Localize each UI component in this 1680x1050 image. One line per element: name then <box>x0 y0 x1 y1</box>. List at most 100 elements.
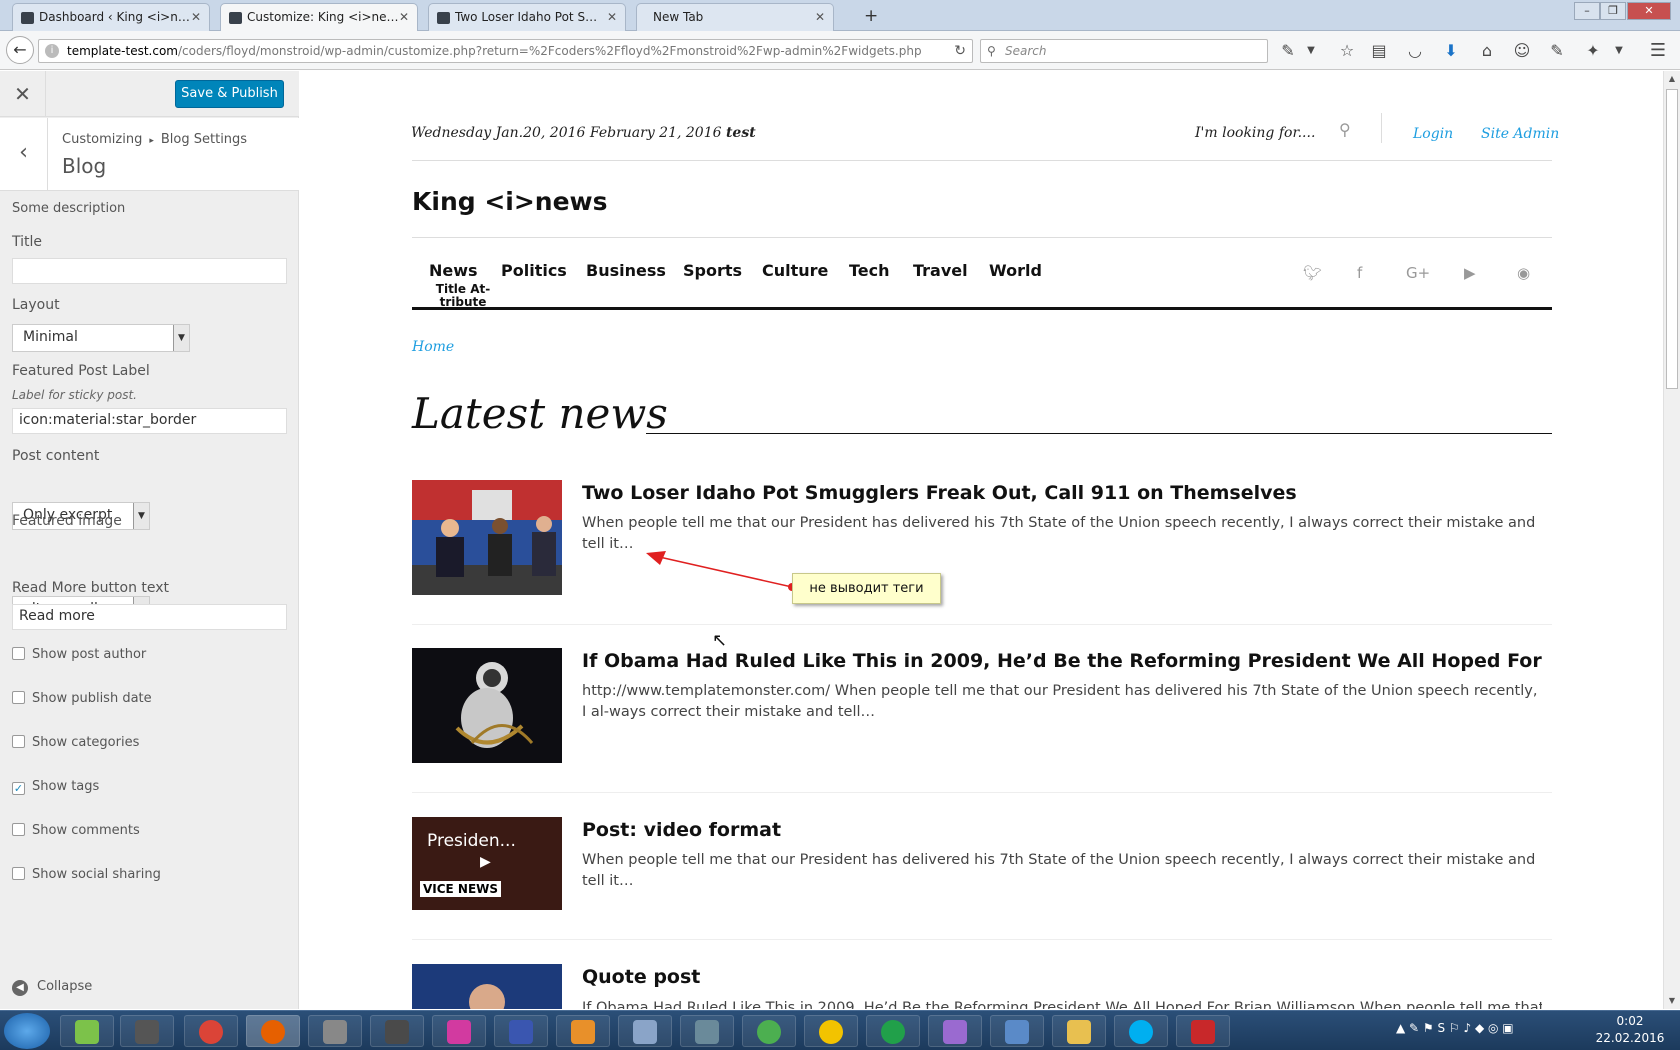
app-task-icon[interactable] <box>432 1015 486 1047</box>
system-tray[interactable]: ▲ ✎ ⚑ S ⚐ ♪ ◆ ◎ ▣ <box>1396 1021 1576 1041</box>
hamburger-menu-icon[interactable]: ☰ <box>1647 40 1669 62</box>
nav-item-sports[interactable]: Sports <box>683 261 742 280</box>
show-comments-checkbox[interactable] <box>12 823 25 836</box>
show-social-sharing-checkbox[interactable] <box>12 867 25 880</box>
bookmark-star-icon[interactable]: ☆ <box>1336 40 1358 62</box>
show-categories-checkbox[interactable] <box>12 735 25 748</box>
show-comments-checkbox-row[interactable]: Show comments <box>12 823 140 838</box>
close-tab-icon[interactable]: ✕ <box>399 10 409 24</box>
pocket-icon[interactable]: ◡ <box>1404 40 1426 62</box>
play-icon[interactable]: ▶ <box>480 854 491 870</box>
rss-icon[interactable]: ◉ <box>1517 264 1530 282</box>
featured-post-label-input[interactable]: icon:material:star_border <box>12 408 287 434</box>
show-post-author-checkbox[interactable] <box>12 647 25 660</box>
nav-item-culture[interactable]: Culture <box>762 261 828 280</box>
scrollbar-thumb[interactable] <box>1666 89 1678 389</box>
post-title-link[interactable]: Two Loser Idaho Pot Smugglers Freak Out,… <box>582 482 1297 504</box>
facebook-icon[interactable]: f <box>1357 264 1362 282</box>
floppy-task-icon[interactable] <box>494 1015 548 1047</box>
close-window-icon[interactable]: ✕ <box>1627 2 1671 20</box>
breadcrumb-home-link[interactable]: Home <box>412 339 454 355</box>
post-title-link[interactable]: Post: video format <box>582 819 781 841</box>
post-thumbnail[interactable] <box>412 964 562 1009</box>
extension-icon[interactable]: ✦ <box>1582 40 1604 62</box>
dropdown-arrow-icon[interactable]: ▼ <box>1608 40 1630 62</box>
feather-task-icon[interactable] <box>928 1015 982 1047</box>
reading-list-icon[interactable]: ▤ <box>1368 40 1390 62</box>
chrome-task-icon[interactable] <box>184 1015 238 1047</box>
read-more-input[interactable]: Read more <box>12 604 287 630</box>
restore-window-icon[interactable]: ❐ <box>1600 2 1626 20</box>
close-icon[interactable]: ✕ <box>0 71 46 117</box>
scroll-up-icon[interactable]: ▲ <box>1664 71 1680 87</box>
tab-new[interactable]: New Tab ✕ <box>636 3 834 31</box>
start-button-icon[interactable] <box>4 1013 50 1049</box>
nav-item-politics[interactable]: Politics <box>501 261 567 280</box>
tab-dashboard[interactable]: Dashboard ‹ King <i>news ... ✕ <box>12 3 210 31</box>
chat-icon[interactable]: ☺ <box>1511 40 1533 62</box>
show-tags-checkbox[interactable]: ✓ <box>12 782 25 795</box>
nav-item-tech[interactable]: Tech <box>849 261 890 280</box>
ide-task-icon[interactable] <box>680 1015 734 1047</box>
game-task-icon[interactable] <box>120 1015 174 1047</box>
title-input[interactable] <box>12 258 287 284</box>
site-search-input[interactable]: I'm looking for.... <box>1195 125 1315 141</box>
tab-article[interactable]: Two Loser Idaho Pot Smug... ✕ <box>428 3 626 31</box>
layout-select[interactable]: Minimal ▼ <box>12 324 190 352</box>
reload-icon[interactable]: ↻ <box>954 40 966 62</box>
chevron-down-icon[interactable]: ▼ <box>173 325 189 351</box>
show-post-author-checkbox-row[interactable]: Show post author <box>12 647 146 662</box>
app-task-icon[interactable] <box>990 1015 1044 1047</box>
site-admin-link[interactable]: Site Admin <box>1481 126 1559 142</box>
post-title-link[interactable]: If Obama Had Ruled Like This in 2009, He… <box>582 650 1542 672</box>
preview-scrollbar[interactable]: ▲ ▼ <box>1663 71 1680 1009</box>
close-tab-icon[interactable]: ✕ <box>815 10 825 24</box>
calculator-task-icon[interactable] <box>618 1015 672 1047</box>
browser-search-input[interactable]: ⚲ Search <box>980 39 1268 63</box>
post-title-link[interactable]: Quote post <box>582 966 700 988</box>
show-publish-date-checkbox[interactable] <box>12 691 25 704</box>
tray-icons[interactable]: ▲ ✎ ⚑ S ⚐ ♪ ◆ ◎ ▣ <box>1396 1021 1514 1035</box>
sublime-task-icon[interactable] <box>370 1015 424 1047</box>
system-clock[interactable]: 0:02 22.02.2016 <box>1590 1013 1670 1047</box>
tab-customize[interactable]: Customize: King <i>news ... ✕ <box>220 3 418 32</box>
nav-item-news[interactable]: News <box>429 261 478 280</box>
pdf-task-icon[interactable] <box>556 1015 610 1047</box>
site-info-icon[interactable]: i <box>45 44 59 58</box>
url-bar[interactable]: i template-test.com/coders/floyd/monstro… <box>38 39 973 63</box>
chevron-left-icon[interactable]: ‹ <box>0 118 48 190</box>
app-task-icon[interactable] <box>804 1015 858 1047</box>
search-icon[interactable]: ⚲ <box>1339 120 1351 139</box>
nav-item-travel[interactable]: Travel <box>913 261 968 280</box>
close-tab-icon[interactable]: ✕ <box>191 10 201 24</box>
app-task-icon[interactable] <box>866 1015 920 1047</box>
chrome-task-icon[interactable] <box>742 1015 796 1047</box>
chevron-down-icon[interactable]: ▼ <box>133 503 149 529</box>
new-tab-plus-icon[interactable]: + <box>864 6 878 26</box>
collapse-button[interactable]: ◀ Collapse <box>12 979 92 996</box>
scroll-down-icon[interactable]: ▼ <box>1664 993 1680 1009</box>
show-social-sharing-checkbox-row[interactable]: Show social sharing <box>12 867 161 882</box>
youtube-icon[interactable]: ▶ <box>1464 264 1476 282</box>
notepad-task-icon[interactable] <box>60 1015 114 1047</box>
dropdown-arrow-icon[interactable]: ▼ <box>1300 40 1322 62</box>
post-thumbnail[interactable] <box>412 480 562 595</box>
home-icon[interactable]: ⌂ <box>1476 40 1498 62</box>
download-icon[interactable]: ⬇ <box>1440 40 1462 62</box>
post-thumbnail[interactable] <box>412 648 562 763</box>
show-categories-checkbox-row[interactable]: Show categories <box>12 735 139 750</box>
save-publish-button[interactable]: Save & Publish <box>175 80 284 108</box>
show-tags-checkbox-row[interactable]: ✓ Show tags <box>12 779 99 795</box>
pencil-addon-icon[interactable]: ✎ <box>1277 40 1299 62</box>
login-link[interactable]: Login <box>1413 126 1453 142</box>
close-tab-icon[interactable]: ✕ <box>607 10 617 24</box>
folder-task-icon[interactable] <box>1052 1015 1106 1047</box>
skype-task-icon[interactable] <box>1114 1015 1168 1047</box>
minimize-window-icon[interactable]: – <box>1574 2 1600 20</box>
nav-item-world[interactable]: World <box>989 261 1042 280</box>
video-thumbnail[interactable]: Presiden... ▶ VICE NEWS <box>412 817 562 910</box>
back-arrow-icon[interactable]: ← <box>6 36 34 64</box>
site-title[interactable]: King <i>news <box>412 187 608 216</box>
app-task-icon[interactable] <box>308 1015 362 1047</box>
app-task-icon[interactable] <box>1176 1015 1230 1047</box>
